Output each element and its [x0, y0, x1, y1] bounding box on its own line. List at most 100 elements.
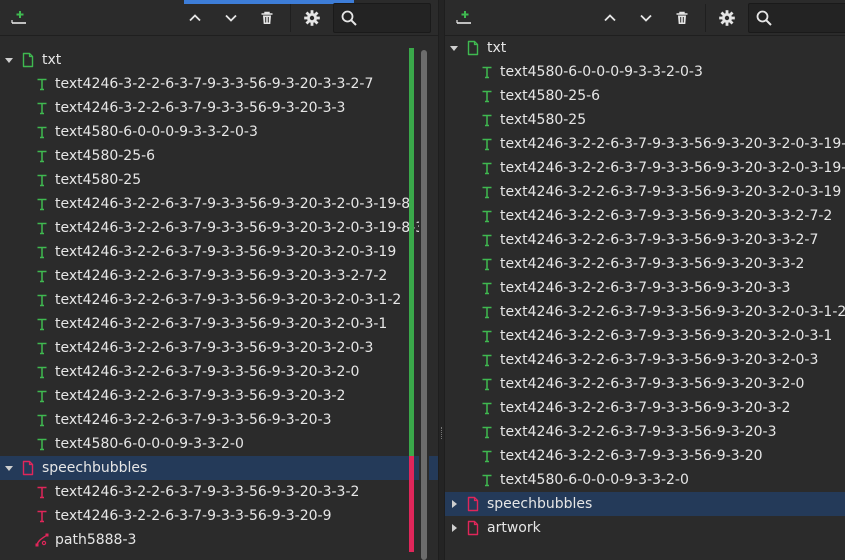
- splitter-grip[interactable]: [441, 427, 442, 439]
- layer-group-label: speechbubbles: [487, 496, 593, 512]
- layer-item-row[interactable]: text4246-3-2-2-6-3-7-9-3-3-56-9-3-20-3-2: [0, 384, 438, 408]
- layer-item-row[interactable]: text4246-3-2-2-6-3-7-9-3-3-56-9-3-20-3-2…: [445, 372, 845, 396]
- text-icon: [479, 160, 495, 176]
- trash-icon: [676, 11, 688, 24]
- pane-splitter[interactable]: [438, 0, 445, 560]
- delete-button[interactable]: [669, 5, 695, 31]
- layer-item-row[interactable]: text4246-3-2-2-6-3-7-9-3-3-56-9-3-20-3-2…: [445, 132, 845, 156]
- layer-color-tag: [409, 528, 414, 552]
- layer-item-row[interactable]: text4246-3-2-2-6-3-7-9-3-3-56-9-3-20-3-2…: [0, 240, 438, 264]
- layer-item-row[interactable]: text4246-3-2-2-6-3-7-9-3-3-56-9-3-20-3-3…: [445, 204, 845, 228]
- move-up-button[interactable]: [182, 5, 208, 31]
- layer-group-row[interactable]: artwork: [445, 516, 845, 540]
- text-icon: [479, 280, 495, 296]
- layer-item-row[interactable]: text4246-3-2-2-6-3-7-9-3-3-56-9-3-20-3-3…: [445, 228, 845, 252]
- chevron-up-icon: [189, 14, 201, 22]
- add-layer-button[interactable]: [451, 5, 477, 31]
- layer-group-row[interactable]: speechbubbles: [445, 492, 845, 516]
- text-icon: [34, 316, 50, 332]
- search-input[interactable]: [777, 6, 843, 30]
- layer-item-label: text4580-6-0-0-0-9-3-3-2-0-3: [500, 64, 703, 80]
- text-icon: [34, 268, 50, 284]
- layer-item-row[interactable]: text4246-3-2-2-6-3-7-9-3-3-56-9-3-20-3-2: [445, 396, 845, 420]
- layer-item-row[interactable]: text4246-3-2-2-6-3-7-9-3-3-56-9-3-20-3-2…: [445, 180, 845, 204]
- layer-group-label: txt: [42, 52, 62, 68]
- chevron-right-icon[interactable]: [448, 520, 460, 536]
- text-icon: [479, 112, 495, 128]
- chevron-down-icon[interactable]: [448, 40, 460, 56]
- layer-item-label: text4246-3-2-2-6-3-7-9-3-3-56-9-3-20-3-3…: [55, 76, 374, 92]
- layer-color-tag: [409, 144, 414, 168]
- text-icon: [34, 292, 50, 308]
- layer-item-label: text4246-3-2-2-6-3-7-9-3-3-56-9-3-20-3-2…: [500, 328, 833, 344]
- layer-item-label: text4246-3-2-2-6-3-7-9-3-3-56-9-3-20-3-2: [55, 388, 346, 404]
- layer-item-row[interactable]: text4246-3-2-2-6-3-7-9-3-3-56-9-3-20-3: [445, 420, 845, 444]
- layer-group-label: txt: [487, 40, 507, 56]
- layer-item-row[interactable]: text4246-3-2-2-6-3-7-9-3-3-56-9-3-20-3-2…: [0, 360, 438, 384]
- layer-item-row[interactable]: text4246-3-2-2-6-3-7-9-3-3-56-9-3-20-3-2…: [0, 192, 438, 216]
- layer-item-row[interactable]: text4246-3-2-2-6-3-7-9-3-3-56-9-3-20-3: [0, 408, 438, 432]
- trash-icon: [261, 11, 273, 24]
- layer-item-row[interactable]: text4246-3-2-2-6-3-7-9-3-3-56-9-3-20-3-2…: [445, 156, 845, 180]
- layer-item-label: text4246-3-2-2-6-3-7-9-3-3-56-9-3-20-3-3…: [55, 484, 360, 500]
- move-down-button[interactable]: [633, 5, 659, 31]
- gear-icon: [304, 10, 320, 26]
- move-down-button[interactable]: [218, 5, 244, 31]
- layer-item-row[interactable]: text4580-25: [445, 108, 845, 132]
- chevron-down-icon[interactable]: [3, 52, 15, 68]
- layer-item-row[interactable]: text4246-3-2-2-6-3-7-9-3-3-56-9-3-20-3-2…: [0, 216, 438, 240]
- text-icon: [34, 100, 50, 116]
- layer-item-row[interactable]: text4246-3-2-2-6-3-7-9-3-3-56-9-3-20-3-3…: [0, 264, 438, 288]
- layer-item-row[interactable]: text4246-3-2-2-6-3-7-9-3-3-56-9-3-20-3-2…: [445, 300, 845, 324]
- layer-item-row[interactable]: text4580-6-0-0-0-9-3-3-2-0: [445, 468, 845, 492]
- layer-group-row[interactable]: txt: [445, 36, 845, 60]
- layer-item-row[interactable]: text4246-3-2-2-6-3-7-9-3-3-56-9-3-20-3-3…: [0, 72, 438, 96]
- settings-button[interactable]: [714, 5, 740, 31]
- layer-item-row[interactable]: text4580-25-6: [445, 84, 845, 108]
- layer-item-label: text4580-6-0-0-0-9-3-3-2-0: [55, 436, 244, 452]
- search-icon: [753, 7, 775, 29]
- layer-item-label: text4246-3-2-2-6-3-7-9-3-3-56-9-3-20-3-3…: [500, 208, 833, 224]
- layer-item-label: text4246-3-2-2-6-3-7-9-3-3-56-9-3-20-3-3…: [500, 256, 805, 272]
- layer-item-row[interactable]: text4580-6-0-0-0-9-3-3-2-0-3: [0, 120, 438, 144]
- text-icon: [479, 64, 495, 80]
- text-icon: [34, 244, 50, 260]
- search-input[interactable]: [362, 6, 426, 30]
- layer-item-label: text4246-3-2-2-6-3-7-9-3-3-56-9-3-20-3-2…: [55, 244, 397, 260]
- layer-item-row[interactable]: text4246-3-2-2-6-3-7-9-3-3-56-9-3-20-3-3…: [445, 252, 845, 276]
- layer-item-row[interactable]: text4246-3-2-2-6-3-7-9-3-3-56-9-3-20-3-3: [0, 96, 438, 120]
- move-up-button[interactable]: [597, 5, 623, 31]
- layer-item-row[interactable]: text4246-3-2-2-6-3-7-9-3-3-56-9-3-20-3-2…: [0, 336, 438, 360]
- document-icon: [20, 460, 36, 476]
- delete-button[interactable]: [254, 5, 280, 31]
- layer-group-row[interactable]: txt: [0, 48, 438, 72]
- layer-item-label: text4580-6-0-0-0-9-3-3-2-0: [500, 472, 689, 488]
- text-icon: [34, 508, 50, 524]
- layer-item-row[interactable]: text4246-3-2-2-6-3-7-9-3-3-56-9-3-20-3-3…: [0, 480, 438, 504]
- layer-item-row[interactable]: text4246-3-2-2-6-3-7-9-3-3-56-9-3-20-3-2…: [445, 348, 845, 372]
- layer-group-row[interactable]: speechbubbles: [0, 456, 438, 480]
- layer-item-row[interactable]: text4246-3-2-2-6-3-7-9-3-3-56-9-3-20-3-2…: [445, 324, 845, 348]
- layer-item-row[interactable]: text4580-6-0-0-0-9-3-3-2-0-3: [445, 60, 845, 84]
- layer-item-row[interactable]: text4580-25: [0, 168, 438, 192]
- add-layer-button[interactable]: [6, 5, 32, 31]
- chevron-right-icon[interactable]: [448, 496, 460, 512]
- layer-item-row[interactable]: text4246-3-2-2-6-3-7-9-3-3-56-9-3-20-3-3: [445, 276, 845, 300]
- layer-item-row[interactable]: text4246-3-2-2-6-3-7-9-3-3-56-9-3-20-3-2…: [0, 312, 438, 336]
- layer-color-tag: [409, 240, 414, 264]
- layer-item-row[interactable]: text4246-3-2-2-6-3-7-9-3-3-56-9-3-20: [445, 444, 845, 468]
- layer-item-row[interactable]: path5888-3: [0, 528, 438, 552]
- active-tab-indicator: [184, 0, 354, 4]
- text-icon: [479, 184, 495, 200]
- layer-group-label: artwork: [487, 520, 541, 536]
- layer-item-row[interactable]: text4580-25-6: [0, 144, 438, 168]
- layer-item-label: text4246-3-2-2-6-3-7-9-3-3-56-9-3-20-3-2…: [55, 364, 360, 380]
- chevron-down-icon[interactable]: [3, 460, 15, 476]
- layer-item-row[interactable]: text4246-3-2-2-6-3-7-9-3-3-56-9-3-20-3-2…: [0, 288, 438, 312]
- layer-item-row[interactable]: text4580-6-0-0-0-9-3-3-2-0: [0, 432, 438, 456]
- scrollbar[interactable]: [419, 48, 429, 560]
- settings-button[interactable]: [299, 5, 325, 31]
- layer-color-tag: [409, 504, 414, 528]
- layer-item-row[interactable]: text4246-3-2-2-6-3-7-9-3-3-56-9-3-20-9: [0, 504, 438, 528]
- scrollbar-thumb[interactable]: [421, 50, 427, 560]
